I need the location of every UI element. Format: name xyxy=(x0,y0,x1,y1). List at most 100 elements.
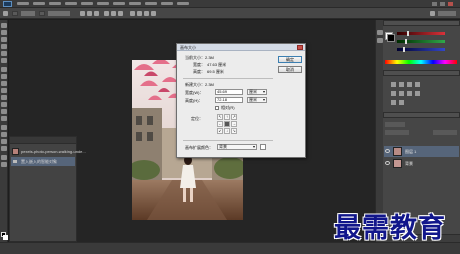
menu-image[interactable] xyxy=(49,2,61,5)
anchor-center[interactable] xyxy=(224,121,230,127)
menu-3d[interactable] xyxy=(129,2,141,5)
align-center-icon[interactable] xyxy=(111,11,116,16)
menu-type[interactable] xyxy=(81,2,93,5)
width-input[interactable]: 45.69 xyxy=(215,89,243,95)
blue-slider[interactable] xyxy=(397,47,445,52)
pen-tool-icon[interactable] xyxy=(1,125,7,130)
color-spectrum-bar[interactable] xyxy=(385,60,457,64)
background-color-swatch[interactable] xyxy=(3,235,8,240)
history-item-selected[interactable]: 置入嵌入的智能对象 xyxy=(11,157,75,166)
green-slider[interactable] xyxy=(397,39,445,44)
ok-button[interactable]: 确定 xyxy=(278,56,302,63)
align-middle-icon[interactable] xyxy=(87,11,92,16)
menu-file[interactable] xyxy=(17,2,29,5)
eyedropper-tool-icon[interactable] xyxy=(1,58,7,63)
distribute-icon[interactable] xyxy=(130,11,135,16)
anchor-bottom-left[interactable]: ↙ xyxy=(217,128,223,134)
levels-icon[interactable] xyxy=(399,82,404,87)
brush-tool-icon[interactable] xyxy=(1,74,7,79)
opacity-field[interactable] xyxy=(433,130,457,135)
anchor-left[interactable]: ← xyxy=(217,121,223,127)
dialog-close-button[interactable] xyxy=(297,45,303,50)
anchor-bottom-right[interactable]: ↘ xyxy=(231,128,237,134)
menu-layer[interactable] xyxy=(65,2,77,5)
marquee-tool-icon[interactable] xyxy=(1,30,7,35)
zoom-tool-icon[interactable] xyxy=(1,162,7,167)
dialog-title-bar[interactable]: 画布大小 xyxy=(177,44,305,51)
anchor-top[interactable]: ↑ xyxy=(224,114,230,120)
menu-window[interactable] xyxy=(161,2,173,5)
minimize-button[interactable] xyxy=(432,2,437,6)
options-bar xyxy=(0,8,460,19)
curves-icon[interactable] xyxy=(407,82,412,87)
shape-tool-icon[interactable] xyxy=(1,146,7,151)
healing-brush-tool-icon[interactable] xyxy=(1,67,7,72)
visibility-eye-icon[interactable] xyxy=(385,161,390,165)
distribute-horizontal-icon[interactable] xyxy=(151,11,156,16)
black-white-icon[interactable] xyxy=(415,91,420,96)
extension-color-swatch[interactable] xyxy=(260,144,266,150)
dialog-divider xyxy=(183,140,273,141)
transform-controls-checkbox[interactable] xyxy=(39,11,45,16)
width-unit-select[interactable]: 厘米 xyxy=(247,89,267,95)
align-bottom-icon[interactable] xyxy=(94,11,99,16)
quick-select-tool-icon[interactable] xyxy=(1,44,7,49)
auto-select-dropdown[interactable] xyxy=(21,11,35,16)
align-right-icon[interactable] xyxy=(118,11,123,16)
layer-filter-dropdown[interactable] xyxy=(385,122,405,127)
hand-tool-icon[interactable] xyxy=(1,155,7,160)
relative-checkbox[interactable] xyxy=(215,106,219,110)
menu-select[interactable] xyxy=(97,2,109,5)
height-input[interactable]: 72.18 xyxy=(215,97,243,103)
history-brush-tool-icon[interactable] xyxy=(1,88,7,93)
brightness-icon[interactable] xyxy=(391,82,396,87)
anchor-top-left[interactable]: ↖ xyxy=(217,114,223,120)
menu-filter[interactable] xyxy=(113,2,125,5)
workspace-dropdown[interactable] xyxy=(438,11,456,16)
window-close-button[interactable] xyxy=(448,2,453,6)
blur-tool-icon[interactable] xyxy=(1,109,7,114)
layer-row-selected[interactable]: 图层 1 xyxy=(384,146,459,157)
align-top-icon[interactable] xyxy=(80,11,85,16)
vibrance-icon[interactable] xyxy=(391,91,396,96)
clone-stamp-tool-icon[interactable] xyxy=(1,81,7,86)
exposure-icon[interactable] xyxy=(415,82,420,87)
extension-color-select[interactable]: 背景 xyxy=(217,144,257,150)
move-tool-icon[interactable] xyxy=(1,23,7,28)
color-panel-tabs[interactable] xyxy=(383,20,460,26)
align-left-icon[interactable] xyxy=(104,11,109,16)
path-select-tool-icon[interactable] xyxy=(1,139,7,144)
auto-select-checkbox[interactable] xyxy=(12,11,18,16)
dodge-tool-icon[interactable] xyxy=(1,116,7,121)
color-balance-icon[interactable] xyxy=(407,91,412,96)
red-slider[interactable] xyxy=(397,31,445,36)
anchor-bottom[interactable]: ↓ xyxy=(224,128,230,134)
crop-tool-icon[interactable] xyxy=(1,51,7,56)
blend-mode-dropdown[interactable] xyxy=(385,130,409,135)
anchor-top-right[interactable]: ↗ xyxy=(231,114,237,120)
lasso-tool-icon[interactable] xyxy=(1,37,7,42)
menu-edit[interactable] xyxy=(33,2,45,5)
height-unit-select[interactable]: 厘米 xyxy=(247,97,267,103)
move-tool-icon[interactable] xyxy=(3,11,8,16)
gradient-tool-icon[interactable] xyxy=(1,102,7,107)
menu-help[interactable] xyxy=(177,2,189,5)
hue-saturation-icon[interactable] xyxy=(399,91,404,96)
layers-panel-tabs[interactable] xyxy=(383,112,460,118)
anchor-right[interactable]: → xyxy=(231,121,237,127)
layer-row[interactable]: 背景 xyxy=(384,158,459,169)
invert-icon[interactable] xyxy=(391,100,396,105)
type-tool-icon[interactable] xyxy=(1,132,7,137)
history-item[interactable]: pexels-photo-person-walking-unde... xyxy=(11,147,86,156)
adjustments-panel-tabs[interactable] xyxy=(383,70,460,76)
maximize-button[interactable] xyxy=(440,2,445,6)
cancel-button[interactable]: 取消 xyxy=(278,66,302,73)
visibility-eye-icon[interactable] xyxy=(385,149,390,153)
menu-view[interactable] xyxy=(145,2,157,5)
distribute-bottom-icon[interactable] xyxy=(144,11,149,16)
distribute-middle-icon[interactable] xyxy=(137,11,142,16)
workspace-icon[interactable] xyxy=(430,11,435,16)
posterize-icon[interactable] xyxy=(399,100,404,105)
eraser-tool-icon[interactable] xyxy=(1,95,7,100)
color-background-swatch[interactable] xyxy=(387,34,395,42)
